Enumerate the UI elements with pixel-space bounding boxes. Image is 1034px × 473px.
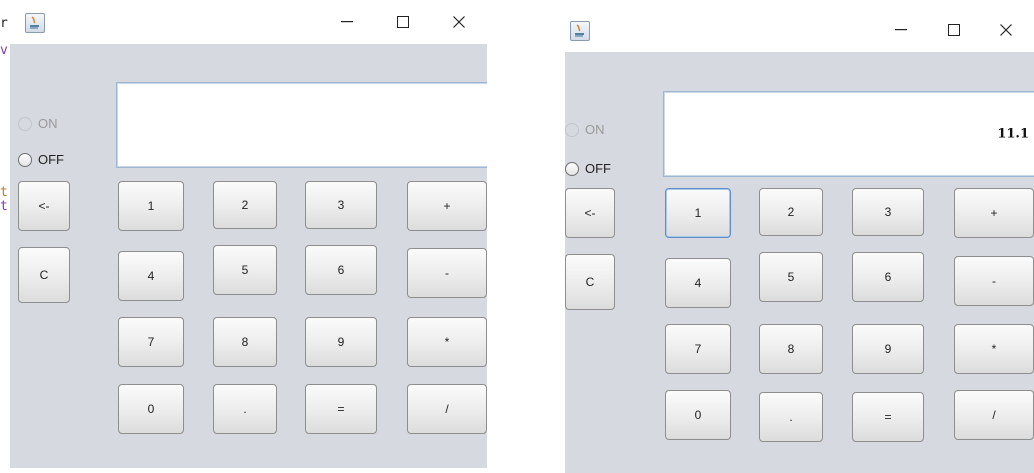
key-minus[interactable]: -	[954, 256, 1034, 306]
key-3[interactable]: 3	[305, 181, 377, 229]
key-2[interactable]: 2	[213, 181, 277, 229]
clear-button[interactable]: C	[565, 254, 615, 310]
editor-char: t	[0, 199, 8, 214]
key-9[interactable]: 9	[305, 317, 377, 367]
radio-on-circle[interactable]	[565, 122, 579, 137]
key-minus[interactable]: -	[407, 248, 487, 298]
key-8[interactable]: 8	[213, 317, 277, 367]
radio-off-label: OFF	[38, 152, 64, 167]
radio-on-label: ON	[585, 122, 605, 137]
key-decimal[interactable]: .	[759, 392, 823, 442]
minimize-button[interactable]	[324, 0, 370, 44]
key-4[interactable]: 4	[118, 251, 184, 301]
minimize-button[interactable]	[878, 8, 924, 52]
radio-off[interactable]: OFF	[18, 152, 64, 167]
key-5[interactable]: 5	[759, 252, 823, 302]
key-6[interactable]: 6	[305, 245, 377, 295]
key-5[interactable]: 5	[213, 245, 277, 295]
key-0[interactable]: 0	[118, 384, 184, 434]
key-2[interactable]: 2	[759, 188, 823, 236]
close-button[interactable]	[983, 8, 1029, 52]
radio-off-circle[interactable]	[18, 152, 32, 167]
close-button[interactable]	[436, 0, 482, 44]
java-app-icon	[25, 13, 45, 33]
display-field[interactable]	[116, 82, 487, 168]
title-bar[interactable]	[565, 8, 1034, 52]
key-1[interactable]: 1	[665, 188, 731, 238]
display-field[interactable]: 11.1	[663, 91, 1034, 177]
java-app-icon	[570, 21, 590, 41]
key-1[interactable]: 1	[118, 181, 184, 231]
backspace-button[interactable]: <-	[18, 181, 70, 231]
key-equals[interactable]: =	[852, 392, 924, 442]
key-4[interactable]: 4	[665, 258, 731, 308]
radio-off[interactable]: OFF	[565, 161, 611, 176]
radio-off-circle[interactable]	[565, 161, 579, 176]
key-7[interactable]: 7	[118, 317, 184, 367]
key-7[interactable]: 7	[665, 324, 731, 374]
key-divide[interactable]: /	[954, 390, 1034, 440]
radio-on[interactable]: ON	[18, 116, 58, 131]
key-8[interactable]: 8	[759, 324, 823, 374]
clear-button[interactable]: C	[18, 247, 70, 303]
radio-on-circle[interactable]	[18, 116, 32, 131]
editor-strip: r v t t	[0, 0, 10, 473]
key-6[interactable]: 6	[852, 252, 924, 302]
title-bar[interactable]	[10, 0, 487, 44]
key-decimal[interactable]: .	[213, 384, 277, 434]
key-3[interactable]: 3	[852, 188, 924, 236]
key-plus[interactable]: +	[954, 188, 1034, 238]
calculator-panel: ON OFF <- C 1 2 3 + 4 5 6 - 7 8 9 * 0 . …	[10, 44, 487, 468]
key-plus[interactable]: +	[407, 181, 487, 231]
key-multiply[interactable]: *	[407, 317, 487, 367]
maximize-button[interactable]	[931, 8, 977, 52]
radio-off-label: OFF	[585, 161, 611, 176]
calculator-window-left: ON OFF <- C 1 2 3 + 4 5 6 - 7 8 9 * 0 . …	[10, 0, 487, 468]
calculator-panel: ON OFF 11.1 <- C 1 2 3 + 4 5 6 - 7 8 9 *…	[565, 52, 1034, 473]
key-equals[interactable]: =	[305, 384, 377, 434]
calculator-window-right: ON OFF 11.1 <- C 1 2 3 + 4 5 6 - 7 8 9 *…	[565, 8, 1034, 473]
editor-char: t	[0, 185, 8, 200]
key-divide[interactable]: /	[407, 384, 487, 434]
display-value: 11.1	[997, 126, 1029, 142]
maximize-button[interactable]	[380, 0, 426, 44]
radio-on[interactable]: ON	[565, 122, 605, 137]
editor-char: r	[0, 16, 8, 31]
backspace-button[interactable]: <-	[565, 188, 615, 238]
key-multiply[interactable]: *	[954, 324, 1034, 374]
key-9[interactable]: 9	[852, 324, 924, 374]
key-0[interactable]: 0	[665, 390, 731, 440]
editor-char: v	[0, 43, 8, 58]
radio-on-label: ON	[38, 116, 58, 131]
